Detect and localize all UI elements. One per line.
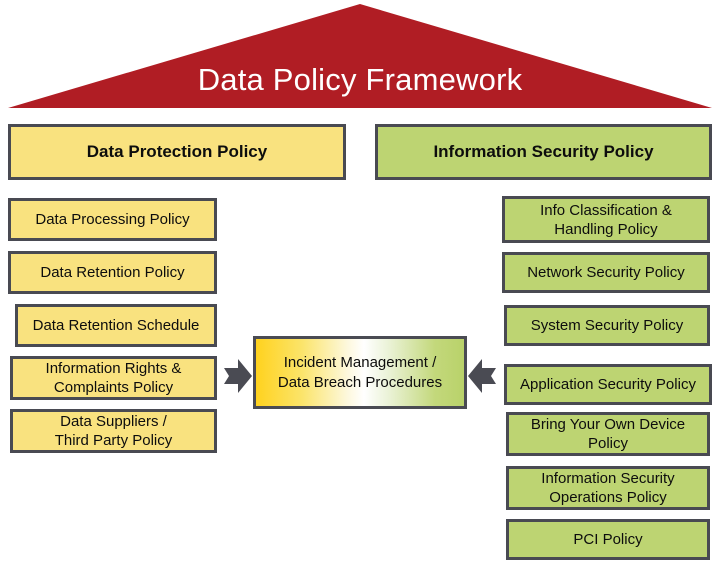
left-policy-item: Information Rights & Complaints Policy: [10, 356, 217, 400]
right-policy-item: Application Security Policy: [504, 364, 712, 405]
center-incident-line1: Incident Management /: [283, 353, 437, 371]
right-column-header: Information Security Policy: [375, 124, 712, 180]
left-column-header: Data Protection Policy: [8, 124, 346, 180]
left-policy-item: Data Processing Policy: [8, 198, 217, 241]
left-policy-item-line1: Data Suppliers /: [60, 413, 167, 430]
left-policy-item-line1: Information Rights &: [45, 360, 182, 377]
right-policy-item-line1: Network Security Policy: [527, 264, 685, 281]
right-policy-item-line2: Policy: [587, 435, 628, 452]
left-policy-item: Data Suppliers / Third Party Policy: [10, 409, 217, 453]
left-policy-item-line1: Data Processing Policy: [35, 211, 190, 228]
page-title: Data Policy Framework: [197, 62, 523, 97]
center-incident-line2: Data Breach Procedures: [277, 373, 443, 391]
data-policy-framework-diagram: Data Policy Framework Data Protection Po…: [0, 0, 720, 576]
right-policy-item: Network Security Policy: [502, 252, 710, 293]
roof-triangle: [8, 4, 712, 108]
right-policy-item-line2: Operations Policy: [549, 489, 667, 506]
arrow-left-icon: [468, 359, 496, 393]
right-policy-item-line1: System Security Policy: [530, 317, 684, 334]
left-policy-item: Data Retention Policy: [8, 251, 217, 294]
right-policy-item: Bring Your Own Device Policy: [506, 412, 710, 456]
right-policy-item-line1: Information Security: [541, 470, 675, 487]
right-policy-item: PCI Policy: [506, 519, 710, 560]
left-policy-item-line2: Complaints Policy: [53, 379, 174, 396]
left-policy-item-line1: Data Retention Policy: [40, 264, 185, 281]
right-policy-item-line1: Info Classification &: [540, 201, 672, 219]
right-policy-item-line1: Bring Your Own Device: [530, 416, 686, 433]
right-policy-item: System Security Policy: [504, 305, 710, 346]
left-column-header-label: Data Protection Policy: [86, 142, 268, 161]
left-policy-item-line1: Data Retention Schedule: [32, 317, 200, 334]
right-policy-item: Information Security Operations Policy: [506, 466, 710, 510]
right-column-header-label: Information Security Policy: [433, 142, 654, 161]
right-policy-item-line1: Application Security Policy: [520, 376, 696, 393]
arrow-right-icon: [224, 359, 252, 393]
center-incident-box: Incident Management / Data Breach Proced…: [253, 336, 467, 409]
right-policy-item-line1: PCI Policy: [573, 531, 643, 548]
right-policy-item: Info Classification & Handling Policy: [502, 196, 710, 243]
right-policy-item-line2: Handling Policy: [554, 220, 658, 238]
left-policy-item-line2: Third Party Policy: [54, 432, 173, 449]
left-policy-item: Data Retention Schedule: [15, 304, 217, 347]
